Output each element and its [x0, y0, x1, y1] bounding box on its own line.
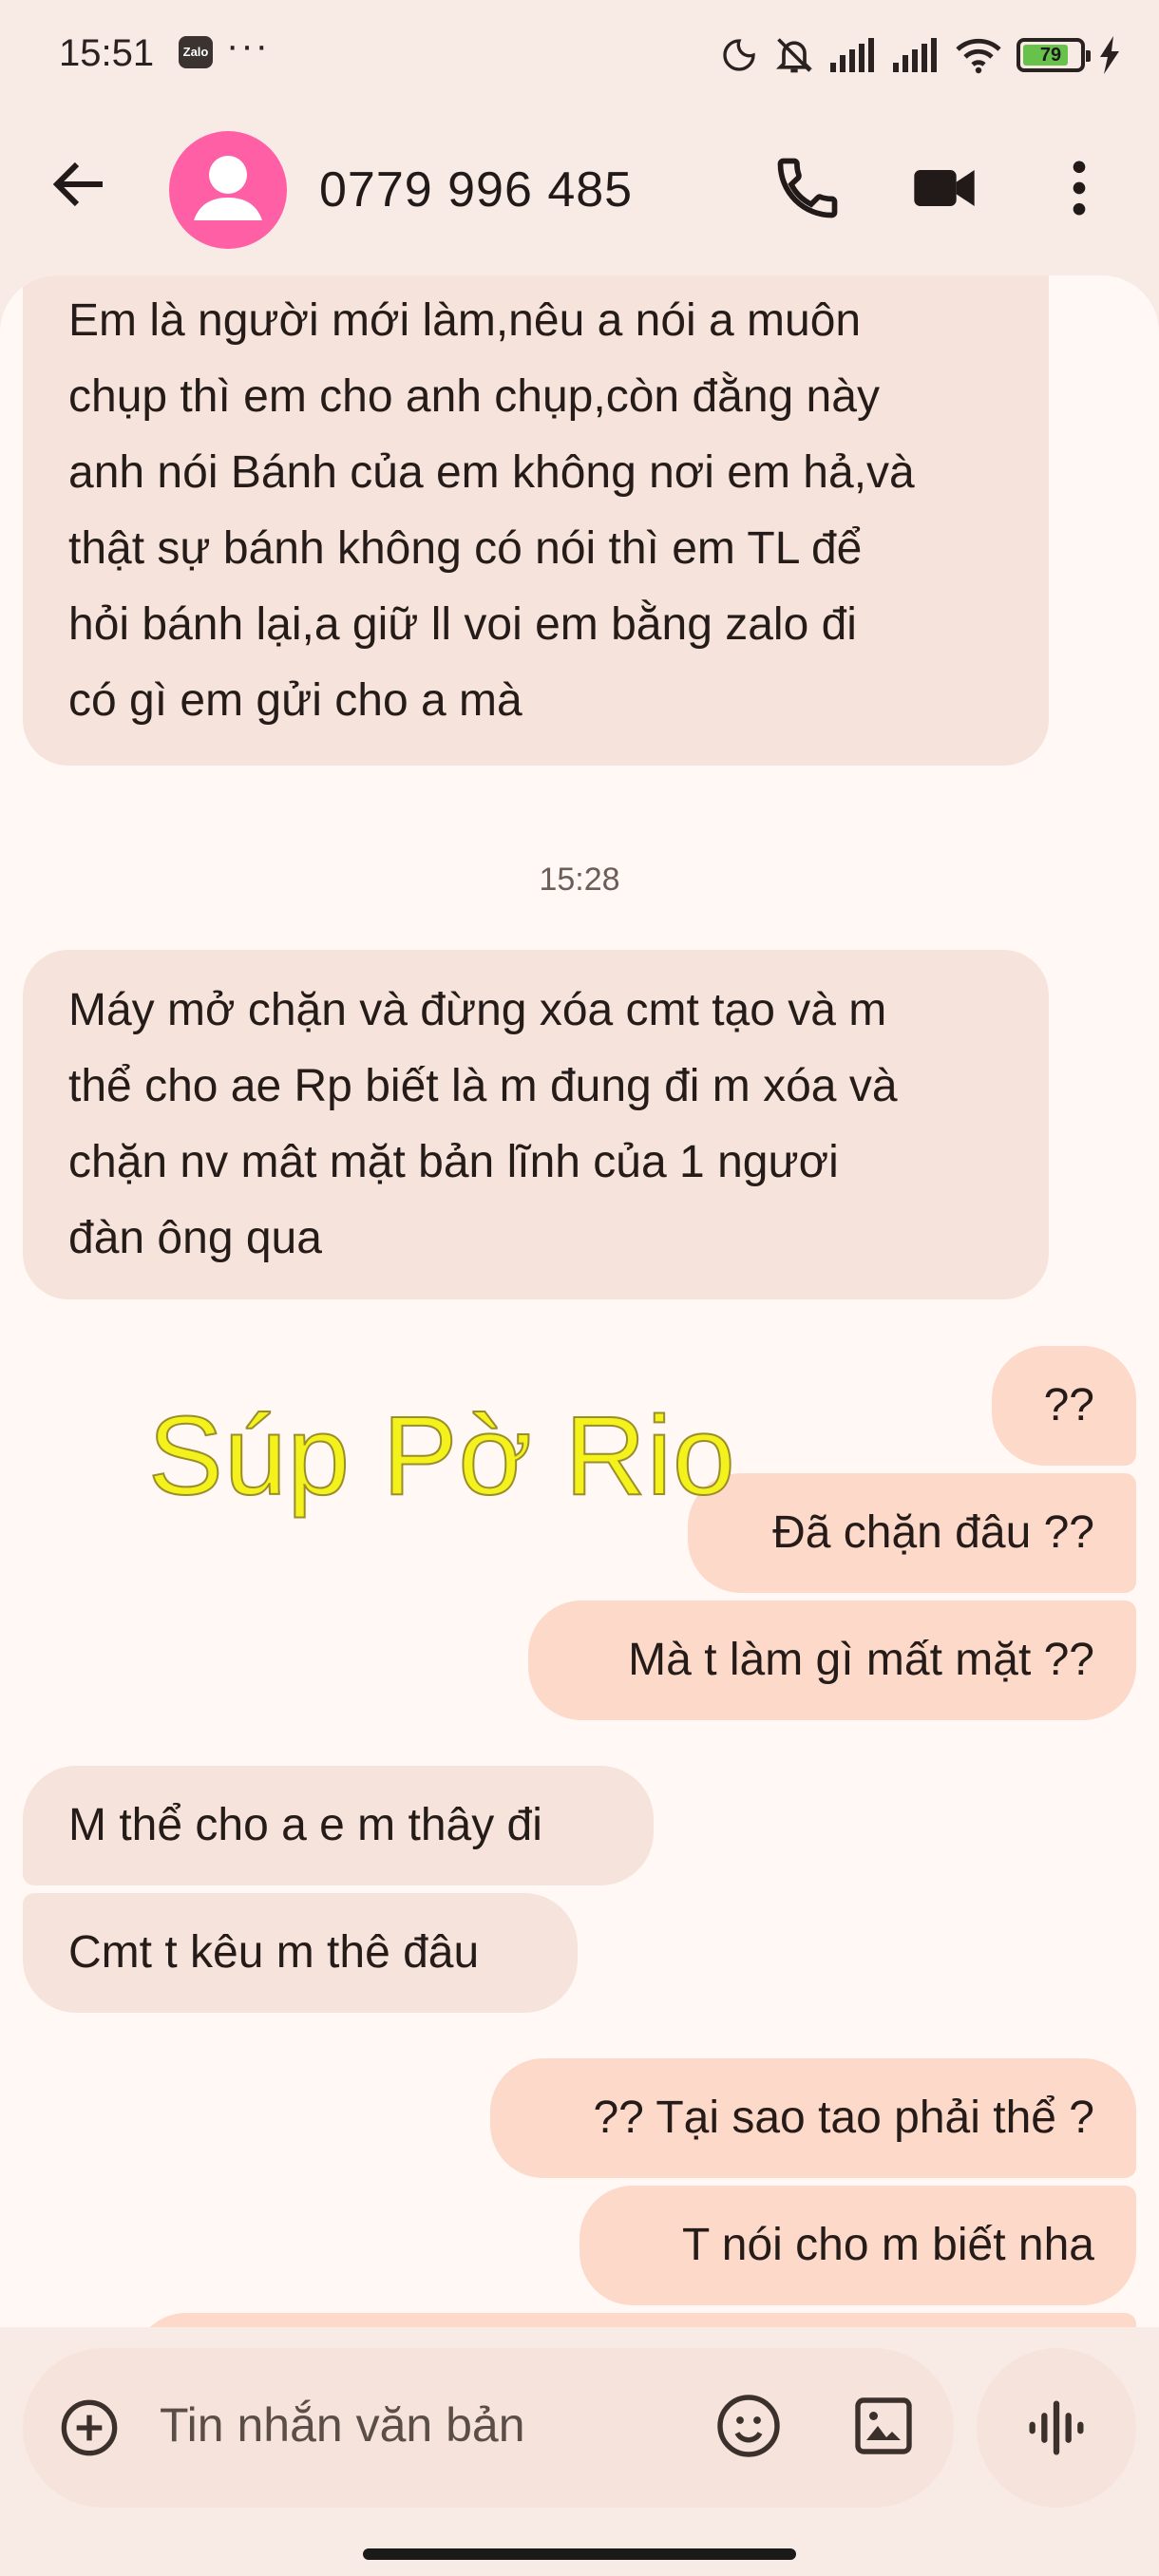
video-icon[interactable]	[908, 152, 980, 224]
voice-icon	[1029, 2400, 1084, 2455]
signal-icon	[893, 38, 937, 72]
avatar[interactable]	[169, 131, 287, 249]
message-bubble-outgoing[interactable]: Mà t làm gì mất mặt ??	[528, 1601, 1136, 1720]
signal-icon	[830, 38, 874, 72]
message-line: Em là người mới làm,nêu a nói a muôn	[68, 295, 862, 346]
battery-icon: 79	[1016, 38, 1091, 72]
gallery-icon[interactable]	[849, 2392, 918, 2460]
charging-icon	[1100, 36, 1119, 74]
emoji-icon[interactable]	[714, 2392, 783, 2460]
message-timestamp: 15:28	[539, 862, 620, 898]
add-circle-icon[interactable]	[59, 2397, 120, 2458]
message-line: Đã chặn đâu ??	[772, 1507, 1094, 1558]
message-line: thể cho ae Rp biết là m đung đi m xóa và	[68, 1061, 898, 1111]
conversation-header: 0779 996 485	[0, 114, 1159, 266]
message-input[interactable]: Tin nhắn văn bản	[160, 2397, 525, 2453]
message-bubble-outgoing[interactable]: Đã chặn đâu ??	[688, 1473, 1136, 1593]
message-bubble-outgoing[interactable]: ??	[992, 1346, 1136, 1466]
message-line: đàn ông qua	[68, 1213, 322, 1263]
phone-icon[interactable]	[771, 152, 844, 224]
message-line: Máy mở chặn và đừng xóa cmt tạo và m	[68, 985, 887, 1035]
avatar-person-icon	[194, 156, 262, 220]
message-line: ?? Tại sao tao phải thể ?	[593, 2093, 1094, 2143]
message-bubble-incoming[interactable]: Cmt t kêu m thê đâu	[23, 1893, 578, 2013]
message-composer[interactable]: Tin nhắn văn bản	[23, 2348, 954, 2508]
message-line: anh nói Bánh của em không nơi em hả,và	[68, 447, 915, 498]
message-list[interactable]: Em là người mới làm,nêu a nói a muôn chụ…	[0, 275, 1159, 2327]
silent-icon	[775, 38, 813, 73]
message-line: thật sự bánh không có nói thì em TL để	[68, 523, 863, 574]
moon-icon	[723, 39, 755, 71]
message-line: M thể cho a e m thây đi	[68, 1800, 542, 1850]
message-bubble-outgoing[interactable]: T nói cho m biết nha	[580, 2186, 1136, 2305]
gesture-home-bar[interactable]	[363, 2548, 796, 2560]
message-bubble-outgoing[interactable]: ?? Tại sao tao phải thể ?	[490, 2058, 1136, 2178]
zalo-notification-icon: Zalo	[179, 36, 213, 68]
watermark-text: Súp Pờ Rio	[147, 1392, 736, 1520]
status-bar: 15:51 Zalo ··· 79	[0, 0, 1159, 114]
message-bubble-incoming[interactable]: Máy mở chặn và đừng xóa cmt tạo và m thể…	[23, 950, 1049, 1299]
message-bubble-incoming[interactable]: Em là người mới làm,nêu a nói a muôn chụ…	[23, 275, 1049, 766]
back-arrow-icon[interactable]	[46, 150, 114, 218]
message-bubble-incoming[interactable]: M thể cho a e m thây đi	[23, 1766, 654, 1885]
voice-message-button[interactable]	[977, 2348, 1136, 2508]
battery-level: 79	[1039, 45, 1062, 66]
message-bubble-outgoing-partial[interactable]	[133, 2313, 1136, 2327]
message-line: ??	[1043, 1380, 1094, 1430]
message-line: hỏi bánh lại,a giữ ll voi em bằng zalo đ…	[68, 599, 857, 650]
contact-name[interactable]: 0779 996 485	[319, 161, 633, 218]
status-time: 15:51	[59, 32, 155, 74]
message-line: T nói cho m biết nha	[681, 2220, 1094, 2270]
message-line: chụp thì em cho anh chụp,còn đằng này	[68, 371, 880, 422]
more-notifications-icon: ···	[226, 25, 270, 66]
message-line: Cmt t kêu m thê đâu	[68, 1927, 480, 1978]
message-line: chặn nv mât mặt bản lĩnh của 1 ngươi	[68, 1137, 839, 1187]
more-vert-icon[interactable]	[1043, 152, 1115, 224]
message-line: Mà t làm gì mất mặt ??	[628, 1635, 1094, 1685]
message-line: có gì em gửi cho a mà	[68, 675, 522, 726]
wifi-icon	[956, 38, 1001, 74]
